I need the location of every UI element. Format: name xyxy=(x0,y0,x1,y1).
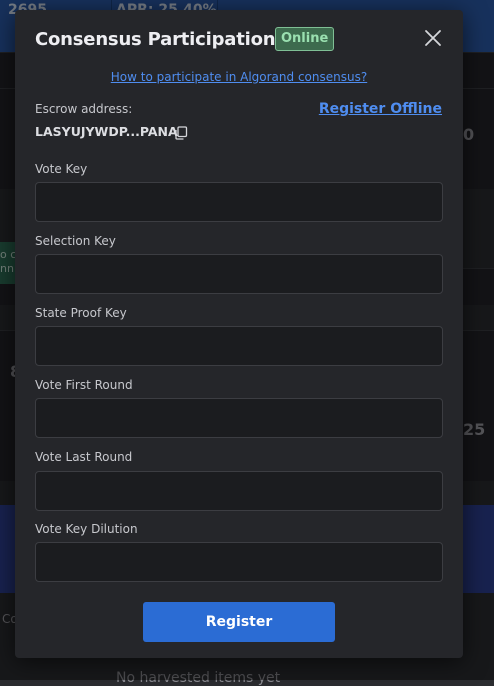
register-button[interactable]: Register xyxy=(143,602,335,642)
close-icon[interactable] xyxy=(421,26,445,50)
vote-first-round-input[interactable] xyxy=(35,398,443,438)
copy-icon[interactable] xyxy=(174,125,188,140)
escrow-address-label: Escrow address: xyxy=(35,102,133,116)
selection-key-label: Selection Key xyxy=(35,234,116,248)
state-proof-key-input[interactable] xyxy=(35,326,443,366)
vote-first-round-label: Vote First Round xyxy=(35,378,133,392)
register-offline-link[interactable]: Register Offline xyxy=(319,101,442,117)
selection-key-input[interactable] xyxy=(35,254,443,294)
vote-key-input[interactable] xyxy=(35,182,443,222)
vote-last-round-label: Vote Last Round xyxy=(35,450,133,464)
vote-last-round-input[interactable] xyxy=(35,471,443,511)
modal-title: Consensus Participation xyxy=(35,29,276,50)
vote-key-dilution-label: Vote Key Dilution xyxy=(35,522,138,536)
howto-participate-link[interactable]: How to participate in Algorand consensus… xyxy=(15,70,463,84)
escrow-address-value: LASYUJYWDP...PANA xyxy=(35,124,178,139)
state-proof-key-label: State Proof Key xyxy=(35,306,127,320)
status-badge: Online xyxy=(275,27,335,51)
vote-key-dilution-input[interactable] xyxy=(35,542,443,582)
vote-key-label: Vote Key xyxy=(35,162,88,176)
consensus-participation-modal: Consensus Participation Online How to pa… xyxy=(15,10,463,658)
